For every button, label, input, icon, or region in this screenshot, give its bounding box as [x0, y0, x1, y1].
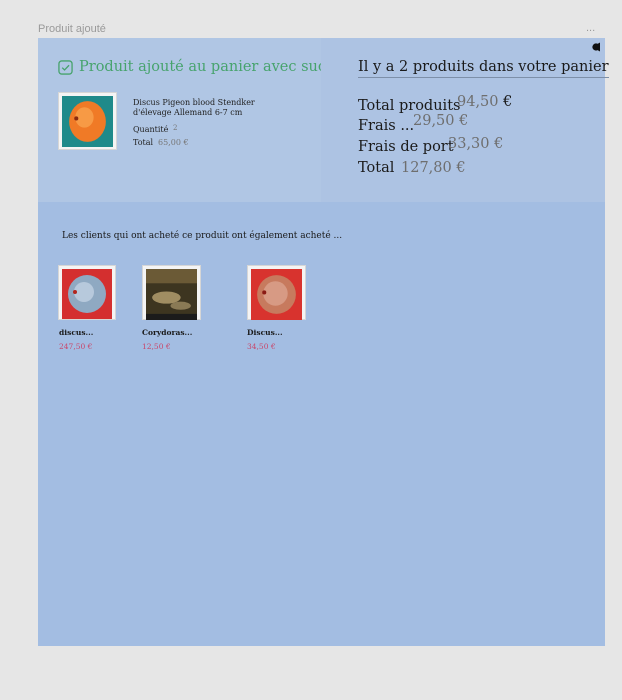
recommended-item-2-name[interactable]: Corydoras... — [142, 328, 192, 337]
grand-total-label: Total — [358, 160, 395, 176]
recommended-item-2-price: 12,50 € — [142, 342, 171, 351]
product-image — [146, 269, 197, 320]
close-icon[interactable] — [591, 42, 601, 52]
recommended-item-3-thumbnail[interactable] — [247, 265, 306, 320]
fees-label: Frais ... — [358, 118, 415, 134]
cart-title: Il y a 2 produits dans votre panier — [358, 59, 609, 78]
cart-modal: Produit ajouté au panier avec succès Dis… — [38, 38, 609, 646]
recommended-item-1-thumbnail[interactable] — [58, 265, 116, 320]
product-image — [62, 269, 112, 319]
shipping-value: 33,30 € — [448, 136, 504, 152]
window-title: Produit ajouté — [38, 23, 106, 35]
product-total-value: 65,00 € — [158, 138, 189, 147]
success-message: Produit ajouté au panier avec succès — [79, 59, 351, 75]
product-name: Discus Pigeon blood Stendker d'élevage A… — [133, 98, 255, 117]
product-total-label: Total — [133, 138, 154, 147]
fees-value: 29,50 € — [413, 113, 469, 129]
cart-summary-panel: Il y a 2 produits dans votre panier Tota… — [321, 38, 609, 202]
added-product-panel: Produit ajouté au panier avec succès Dis… — [38, 38, 350, 202]
quantity-value: 2 — [173, 124, 178, 132]
recommended-item-1-price: 247,50 € — [59, 342, 93, 351]
total-products-value: 94,50 € — [457, 94, 513, 110]
total-products-label: Total produits — [358, 98, 461, 114]
shipping-label: Frais de port — [358, 139, 454, 155]
also-bought-title: Les clients qui ont acheté ce produit on… — [62, 231, 343, 241]
recommended-item-2-thumbnail[interactable] — [142, 265, 201, 320]
check-square-icon — [58, 59, 73, 75]
quantity-label: Quantité — [133, 125, 169, 134]
product-image — [251, 269, 302, 320]
grand-total-value: 127,80 € — [401, 160, 466, 176]
product-thumbnail[interactable] — [58, 92, 117, 150]
success-row: Produit ajouté au panier avec succès — [58, 59, 350, 75]
recommended-item-1-name[interactable]: discus... — [59, 328, 93, 337]
recommended-item-3-price: 34,50 € — [247, 342, 276, 351]
window-menu-button[interactable]: ... — [586, 22, 595, 34]
product-image — [62, 96, 113, 147]
recommended-item-3-name[interactable]: Discus... — [247, 328, 283, 337]
